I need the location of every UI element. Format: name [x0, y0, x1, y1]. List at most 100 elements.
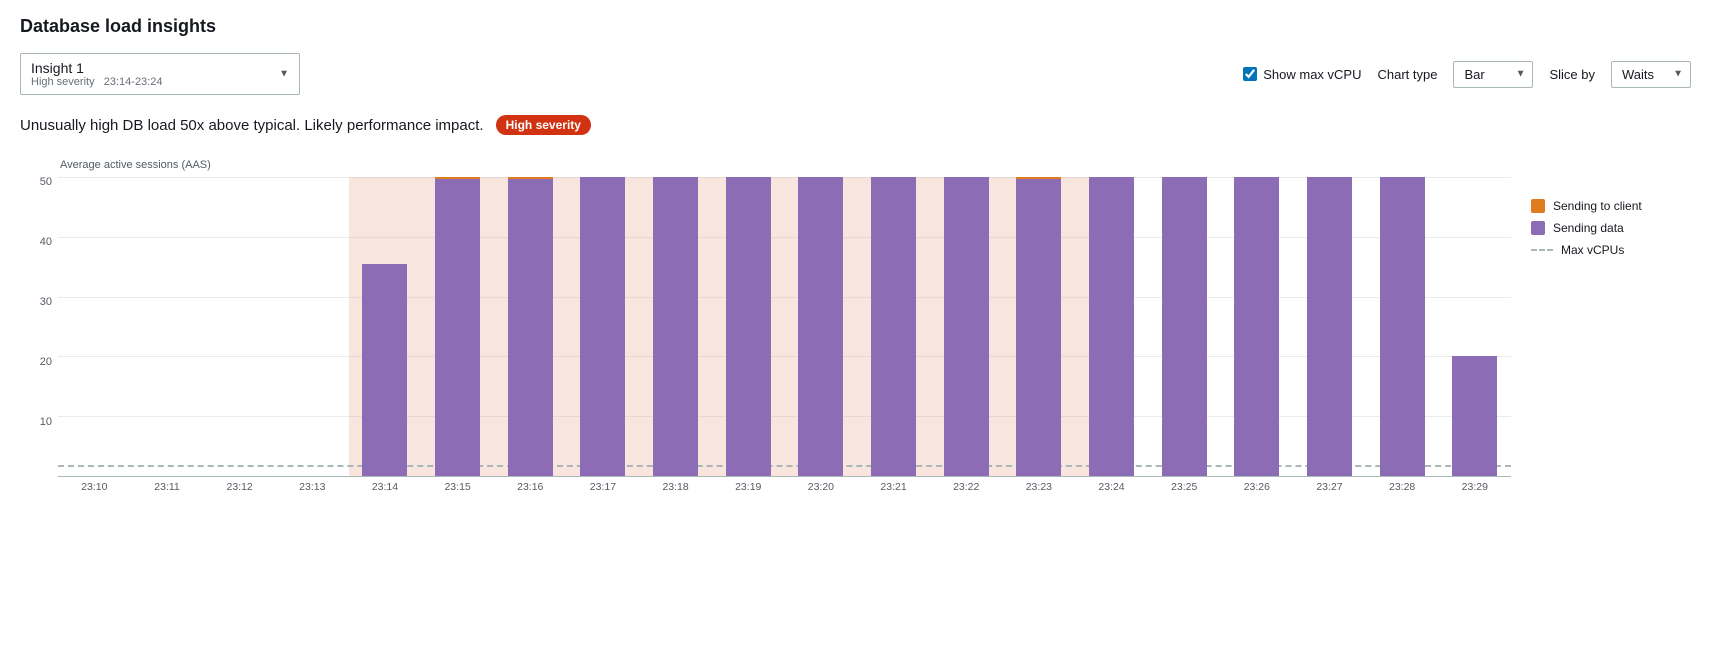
- bar-group-15: [1148, 177, 1221, 476]
- show-max-vcpu-checkbox[interactable]: [1243, 67, 1257, 81]
- insight-name: Insight 1: [31, 60, 267, 76]
- x-tick-2326: 23:26: [1221, 481, 1294, 493]
- severity-badge: High severity: [496, 115, 591, 135]
- controls-row: Insight 1 High severity 23:14-23:24 ▼ Sh…: [20, 53, 1691, 95]
- bar-13: [1016, 177, 1061, 476]
- slice-by-select-wrapper[interactable]: Waits SQL Users Hosts ▼: [1611, 61, 1691, 88]
- bar-group-3: [276, 177, 349, 476]
- bar-10: [798, 177, 843, 476]
- x-tick-2320: 23:20: [785, 481, 858, 493]
- x-tick-2316: 23:16: [494, 481, 567, 493]
- bar-group-17: [1293, 177, 1366, 476]
- x-tick-2311: 23:11: [131, 481, 204, 493]
- legend-label-sending-to-client: Sending to client: [1553, 199, 1642, 213]
- bars-row: [58, 177, 1511, 476]
- bar-group-9: [712, 177, 785, 476]
- page-title: Database load insights: [20, 16, 1691, 37]
- bar-orange-top-5: [435, 177, 480, 179]
- x-tick-2328: 23:28: [1366, 481, 1439, 493]
- chart-type-label: Chart type: [1377, 67, 1437, 82]
- bar-11: [871, 177, 916, 476]
- x-tick-2315: 23:15: [421, 481, 494, 493]
- insight-severity: High severity: [31, 76, 95, 88]
- bar-group-0: [58, 177, 131, 476]
- x-tick-2314: 23:14: [349, 481, 422, 493]
- x-tick-2329: 23:29: [1438, 481, 1511, 493]
- slice-by-select[interactable]: Waits SQL Users Hosts: [1611, 61, 1691, 88]
- bar-4: [362, 264, 407, 476]
- chart-container: Average active sessions (AAS) 50 40 30 2…: [20, 159, 1691, 493]
- x-tick-2312: 23:12: [203, 481, 276, 493]
- bar-18: [1380, 177, 1425, 476]
- chart-type-select[interactable]: Bar Line: [1453, 61, 1533, 88]
- show-max-vcpu-text: Show max vCPU: [1263, 67, 1361, 82]
- x-tick-2317: 23:17: [567, 481, 640, 493]
- legend-sending-to-client: Sending to client: [1531, 199, 1691, 213]
- bar-5: [435, 177, 480, 476]
- y-tick-50: 50: [40, 177, 52, 188]
- chart-type-select-wrapper[interactable]: Bar Line ▼: [1453, 61, 1533, 88]
- bar-group-19: [1438, 177, 1511, 476]
- bar-16: [1234, 177, 1279, 476]
- insight-selector[interactable]: Insight 1 High severity 23:14-23:24 ▼: [20, 53, 300, 95]
- bar-group-13: [1003, 177, 1076, 476]
- x-tick-2313: 23:13: [276, 481, 349, 493]
- bar-group-1: [131, 177, 204, 476]
- bar-group-6: [494, 177, 567, 476]
- bar-group-8: [639, 177, 712, 476]
- bar-7: [580, 177, 625, 476]
- bar-group-2: [203, 177, 276, 476]
- insight-dropdown-arrow: ▼: [279, 69, 289, 80]
- legend-sending-data: Sending data: [1531, 221, 1691, 235]
- bar-group-11: [857, 177, 930, 476]
- bar-group-14: [1075, 177, 1148, 476]
- x-tick-2324: 23:24: [1075, 481, 1148, 493]
- legend-max-vcpus: Max vCPUs: [1531, 243, 1691, 257]
- insight-meta: High severity 23:14-23:24: [31, 76, 267, 88]
- bar-group-16: [1221, 177, 1294, 476]
- bar-8: [653, 177, 698, 476]
- chart-ylabel: Average active sessions (AAS): [60, 159, 1511, 171]
- slice-by-label: Slice by: [1549, 67, 1595, 82]
- y-axis: 50 40 30 20 10: [20, 177, 58, 477]
- bar-6: [508, 177, 553, 476]
- legend-label-max-vcpus: Max vCPUs: [1561, 243, 1624, 257]
- bar-group-18: [1366, 177, 1439, 476]
- x-tick-2323: 23:23: [1003, 481, 1076, 493]
- insight-time-range: 23:14-23:24: [104, 76, 163, 88]
- bar-group-7: [567, 177, 640, 476]
- legend-label-sending-data: Sending data: [1553, 221, 1624, 235]
- bar-group-10: [785, 177, 858, 476]
- y-tick-30: 30: [40, 297, 52, 308]
- bar-15: [1162, 177, 1207, 476]
- bar-orange-top-13: [1016, 177, 1061, 179]
- bar-14: [1089, 177, 1134, 476]
- x-tick-2325: 23:25: [1148, 481, 1221, 493]
- bar-17: [1307, 177, 1352, 476]
- x-axis: 23:1023:1123:1223:1323:1423:1523:1623:17…: [58, 481, 1511, 493]
- x-tick-2327: 23:27: [1293, 481, 1366, 493]
- bar-19: [1452, 356, 1497, 476]
- legend-color-sending-data: [1531, 221, 1545, 235]
- chart-area: Average active sessions (AAS) 50 40 30 2…: [20, 159, 1511, 493]
- y-tick-10: 10: [40, 417, 52, 428]
- chart-legend: Sending to client Sending data Max vCPUs: [1531, 159, 1691, 493]
- x-tick-2319: 23:19: [712, 481, 785, 493]
- alert-row: Unusually high DB load 50x above typical…: [20, 115, 1691, 135]
- legend-dash-max-vcpus: [1531, 249, 1553, 251]
- x-tick-2322: 23:22: [930, 481, 1003, 493]
- bar-group-4: [349, 177, 422, 476]
- x-tick-2321: 23:21: [857, 481, 930, 493]
- bar-9: [726, 177, 771, 476]
- legend-color-sending-to-client: [1531, 199, 1545, 213]
- bar-12: [944, 177, 989, 476]
- chart-inner: 50 40 30 20 10: [20, 177, 1511, 477]
- y-tick-40: 40: [40, 237, 52, 248]
- y-tick-20: 20: [40, 357, 52, 368]
- alert-text: Unusually high DB load 50x above typical…: [20, 117, 484, 134]
- x-tick-2318: 23:18: [639, 481, 712, 493]
- bar-orange-top-6: [508, 177, 553, 179]
- show-max-vcpu-label[interactable]: Show max vCPU: [1243, 67, 1361, 82]
- x-tick-2310: 23:10: [58, 481, 131, 493]
- bar-group-5: [421, 177, 494, 476]
